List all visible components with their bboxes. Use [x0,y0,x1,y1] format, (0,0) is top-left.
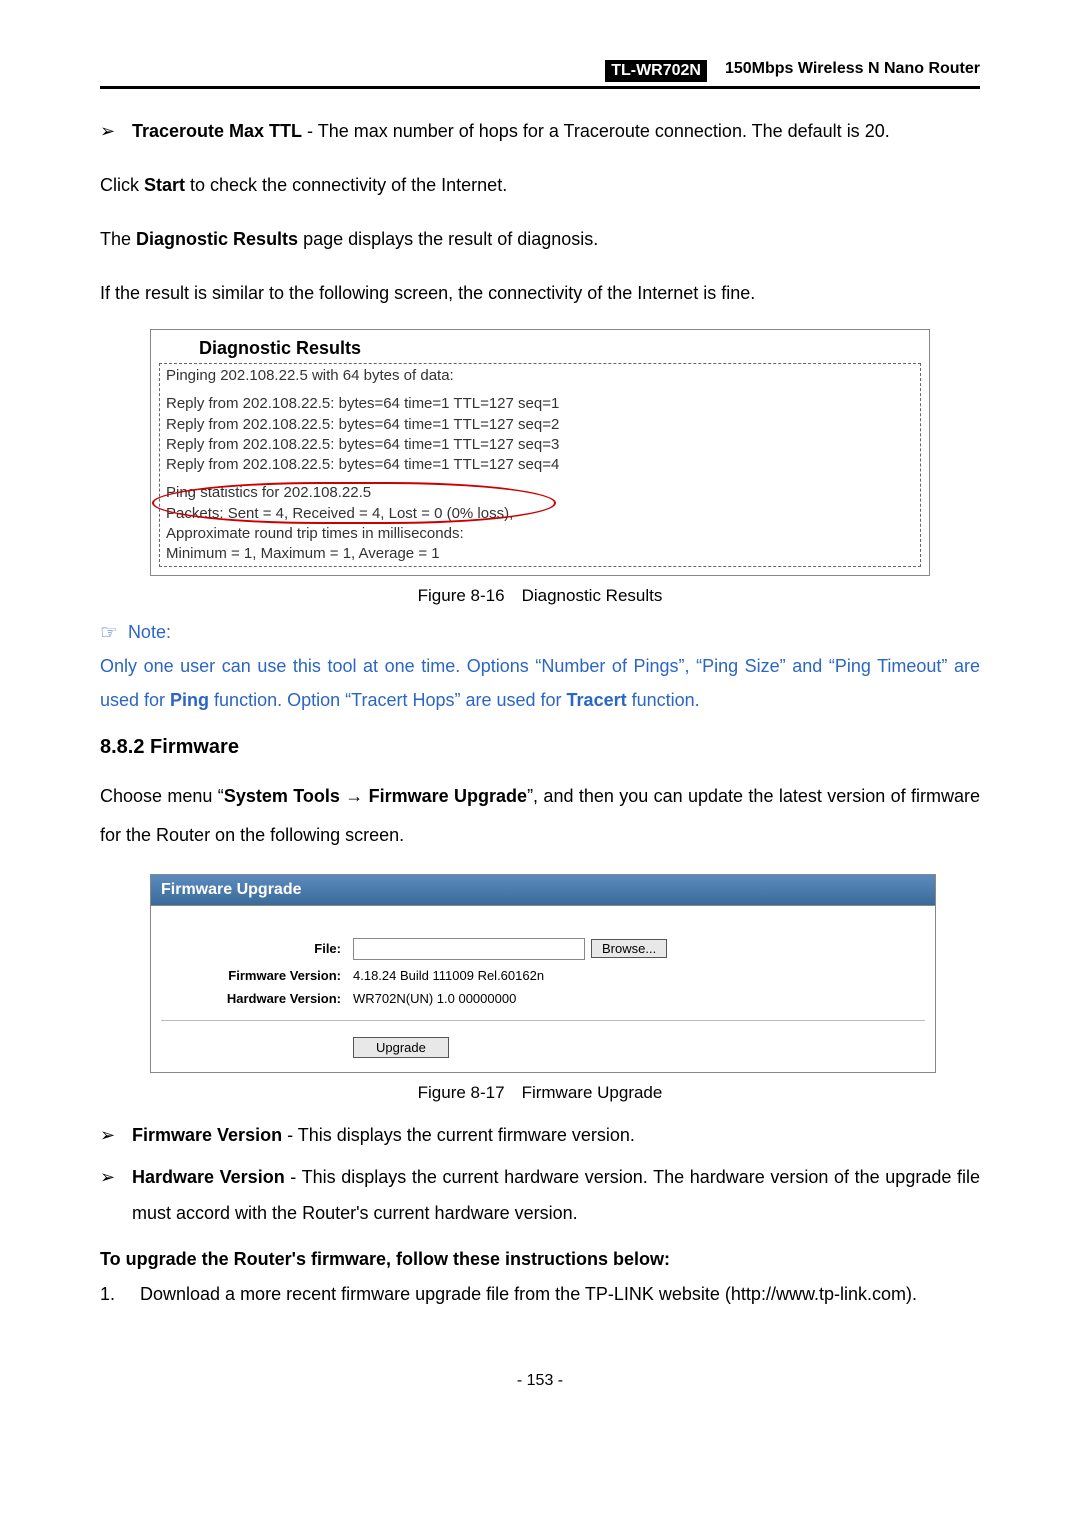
bullet-hardware-version: ➢ Hardware Version - This displays the c… [100,1159,980,1231]
diag-line: Reply from 202.108.22.5: bytes=64 time=1… [166,415,914,435]
bullet-label: Traceroute Max TTL [132,121,302,141]
note-label-row: ☞ Note: [100,620,980,645]
bullet-label: Firmware Version [132,1125,282,1145]
firmware-upgrade-panel: Firmware Upgrade File: Browse... Firmwar… [150,874,936,1073]
instructions-heading: To upgrade the Router's firmware, follow… [100,1249,980,1270]
paragraph: The Diagnostic Results page displays the… [100,221,980,257]
diag-line: Packets: Sent = 4, Received = 4, Lost = … [166,504,914,524]
file-input[interactable] [353,938,585,960]
chevron-right-icon: ➢ [100,1117,118,1153]
upgrade-button[interactable]: Upgrade [353,1037,449,1058]
hardware-version-value: WR702N(UN) 1.0 00000000 [353,991,516,1006]
instruction-step-1: 1. Download a more recent firmware upgra… [100,1276,980,1312]
diag-line: Pinging 202.108.22.5 with 64 bytes of da… [166,366,914,386]
paragraph: Click Start to check the connectivity of… [100,167,980,203]
page-number: - 153 - [100,1372,980,1390]
firmware-version-value: 4.18.24 Build 111009 Rel.60162n [353,968,544,983]
page-header: TL-WR702N 150Mbps Wireless N Nano Router [100,60,980,89]
section-heading: 8.8.2 Firmware [100,736,980,759]
diag-title: Diagnostic Results [159,334,921,363]
diag-line: Minimum = 1, Maximum = 1, Average = 1 [166,544,914,564]
diag-line: Ping statistics for 202.108.22.5 [166,483,914,503]
step-text: Download a more recent firmware upgrade … [140,1276,980,1312]
hand-point-icon: ☞ [100,620,118,645]
diag-line: Reply from 202.108.22.5: bytes=64 time=1… [166,394,914,414]
browse-button[interactable]: Browse... [591,939,667,958]
bullet-text: - This displays the current firmware ver… [282,1125,635,1145]
model-box: TL-WR702N [605,60,707,82]
product-desc: 150Mbps Wireless N Nano Router [725,60,980,82]
firmware-version-label: Firmware Version: [161,968,353,983]
figure-diagnostic-results: Diagnostic Results Pinging 202.108.22.5 … [150,329,930,576]
hardware-version-label: Hardware Version: [161,991,353,1006]
paragraph: Choose menu “System Tools → Firmware Upg… [100,777,980,856]
bullet-traceroute: ➢ Traceroute Max TTL - The max number of… [100,113,980,149]
note-label: Note: [128,622,171,643]
figure-caption: Figure 8-16 Diagnostic Results [100,586,980,606]
bullet-label: Hardware Version [132,1167,285,1187]
separator [161,1020,925,1021]
step-number: 1. [100,1276,126,1312]
bullet-text: - The max number of hops for a Tracerout… [302,121,890,141]
diag-line: Reply from 202.108.22.5: bytes=64 time=1… [166,435,914,455]
bullet-firmware-version: ➢ Firmware Version - This displays the c… [100,1117,980,1153]
paragraph: If the result is similar to the followin… [100,275,980,311]
chevron-right-icon: ➢ [100,1159,118,1231]
diag-output: Pinging 202.108.22.5 with 64 bytes of da… [159,363,921,567]
file-label: File: [161,941,353,956]
figure-caption: Figure 8-17 Firmware Upgrade [100,1083,980,1103]
diag-line: Approximate round trip times in millisec… [166,524,914,544]
chevron-right-icon: ➢ [100,113,118,149]
panel-title: Firmware Upgrade [151,875,935,906]
diag-line: Reply from 202.108.22.5: bytes=64 time=1… [166,455,914,475]
note-text: Only one user can use this tool at one t… [100,649,980,717]
